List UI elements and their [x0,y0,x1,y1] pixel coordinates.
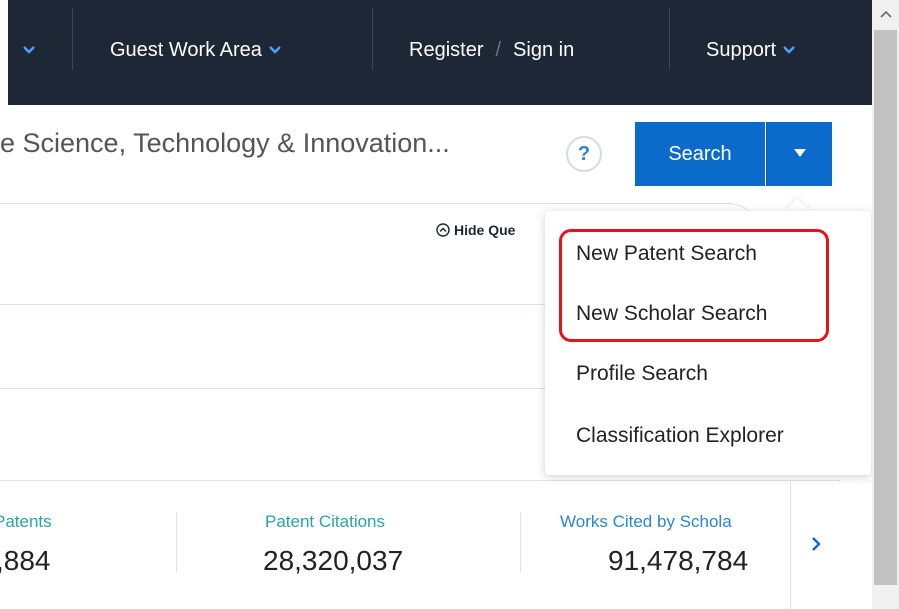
chevron-down-icon [22,44,35,56]
stat-label-patents[interactable]: Patents [0,512,52,532]
nav-divider [372,8,373,70]
divider-line [0,388,550,389]
search-query-input[interactable]: e Science, Technology & Innovation... [0,128,450,159]
highlight-annotation [559,229,829,342]
caret-down-icon [793,145,807,163]
menu-item-classification-explorer[interactable]: Classification Explorer [576,424,784,448]
hide-query-label: Hide Que [454,222,516,238]
nav-support[interactable]: Support [706,22,795,78]
chevron-down-icon [782,44,795,56]
nav-support-label: Support [706,38,777,61]
chevron-up-circle-icon [436,223,450,237]
scroll-up-arrow-icon[interactable] [872,0,899,28]
register-link[interactable]: Register [409,39,483,62]
stat-value-works-cited: 91,478,784 [608,545,749,576]
sign-in-link[interactable]: Sign in [513,39,574,62]
nav-auth: Register / Sign in [409,22,574,78]
divider-line [0,304,550,305]
scrollbar-thumb[interactable] [874,30,897,585]
top-navigation-bar: Guest Work Area Register / Sign in Suppo… [8,0,872,105]
stat-value-patents: ,884 [0,545,51,576]
nav-guest-work-area-label: Guest Work Area [110,38,262,61]
nav-guest-work-area[interactable]: Guest Work Area [110,22,281,78]
chevron-right-icon [810,533,822,559]
stat-label-works-cited[interactable]: Works Cited by Schola [560,512,788,532]
chevron-down-icon [268,44,281,56]
search-button[interactable]: Search [635,122,765,186]
nav-menu-dropdown[interactable] [16,22,35,78]
menu-item-profile-search[interactable]: Profile Search [576,362,708,386]
search-options-dropdown-button[interactable] [766,122,832,186]
stat-value-patent-citations: 28,320,037 [263,545,404,576]
nav-separator: / [495,38,502,61]
content-area: Guest Work Area Register / Sign in Suppo… [0,0,872,609]
stats-next-button[interactable] [790,482,841,609]
nav-divider [72,8,73,70]
stat-divider [520,512,521,572]
help-button[interactable]: ? [566,136,602,172]
hide-query-toggle[interactable]: Hide Que [436,222,515,238]
nav-divider [669,8,670,70]
stat-divider [176,512,177,572]
stat-label-patent-citations[interactable]: Patent Citations [265,512,385,532]
